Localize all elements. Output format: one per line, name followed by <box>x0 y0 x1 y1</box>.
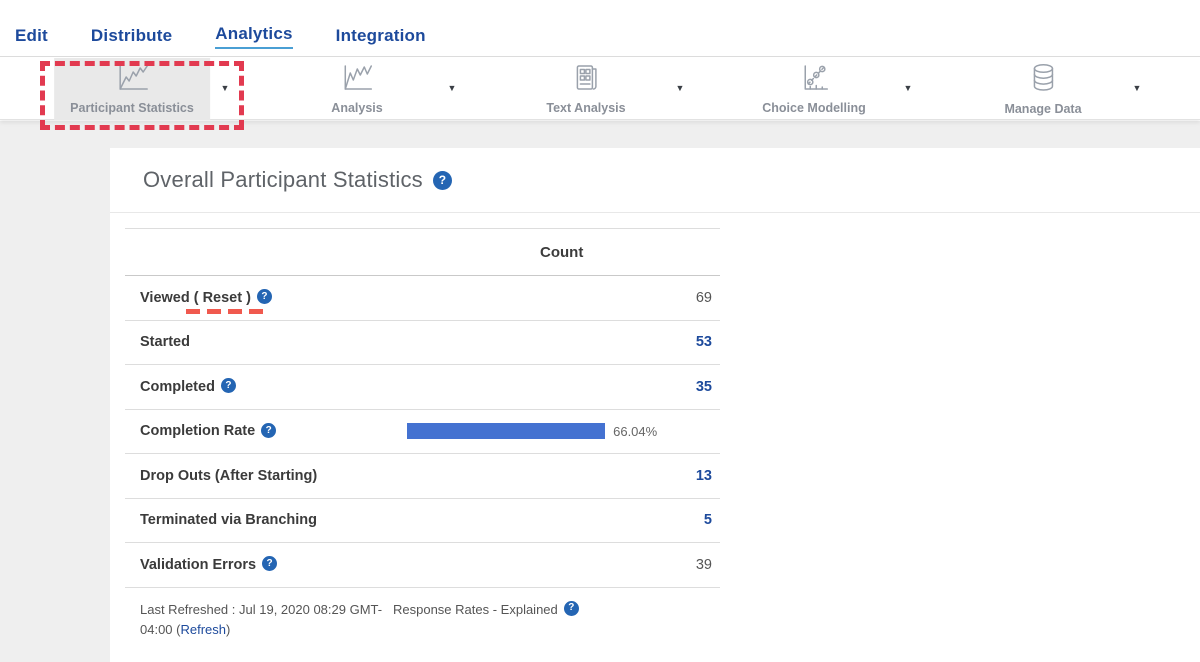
count-value: 35 <box>696 379 712 395</box>
top-nav: Edit Distribute Analytics Integration <box>0 0 1200 57</box>
count-column-header: Count <box>540 244 583 261</box>
last-refreshed-text: Last Refreshed : Jul 19, 2020 08:29 GMT-… <box>140 600 393 640</box>
reset-link[interactable]: Reset <box>203 290 243 306</box>
toolbar-item-label: Choice Modelling <box>762 101 865 115</box>
annotation-underline <box>186 309 270 314</box>
completion-rate-bar <box>407 423 605 439</box>
row-label: Viewed ( <box>140 290 199 306</box>
count-value: 69 <box>696 290 712 306</box>
table-row-completion-rate: Completion Rate ? 66.04% <box>125 410 720 455</box>
nav-item-distribute[interactable]: Distribute <box>91 26 172 49</box>
count-value: 13 <box>696 468 712 484</box>
nav-item-analytics[interactable]: Analytics <box>215 24 292 49</box>
help-icon[interactable]: ? <box>433 171 452 190</box>
row-label: Drop Outs (After Starting) <box>140 468 317 484</box>
toolbar-item-choice-modelling[interactable]: Choice Modelling <box>746 58 881 120</box>
count-value: 5 <box>704 512 712 528</box>
count-value: 39 <box>696 557 712 573</box>
toolbar-item-analysis[interactable]: Analysis <box>315 58 398 120</box>
help-icon[interactable]: ? <box>262 556 277 571</box>
nav-item-integration[interactable]: Integration <box>336 26 426 49</box>
table-footer: Last Refreshed : Jul 19, 2020 08:29 GMT-… <box>125 588 720 640</box>
panel-header: Overall Participant Statistics ? <box>110 148 1200 213</box>
row-label: Completed <box>140 379 215 395</box>
statistics-table: Count Viewed ( Reset ) ? 69 Started 53 C… <box>125 228 720 640</box>
nav-item-edit[interactable]: Edit <box>15 26 48 49</box>
toolbar-item-label: Manage Data <box>1004 102 1081 116</box>
help-icon[interactable]: ? <box>261 423 276 438</box>
row-label: Started <box>140 334 190 350</box>
page-background: Overall Participant Statistics ? Count V… <box>0 121 1200 662</box>
table-row-terminated: Terminated via Branching 5 <box>125 499 720 544</box>
table-row-drop-outs: Drop Outs (After Starting) 13 <box>125 454 720 499</box>
last-refreshed-label: Last Refreshed : Jul 19, 2020 08:29 GMT-… <box>140 602 382 637</box>
participant-statistics-panel: Overall Participant Statistics ? Count V… <box>110 148 1200 662</box>
toolbar-item-participant-statistics[interactable]: Participant Statistics <box>54 58 210 120</box>
toolbar-item-label: Participant Statistics <box>70 101 194 115</box>
newspaper-grid-icon <box>569 63 603 98</box>
line-chart-icon <box>112 63 152 98</box>
table-row-completed: Completed ? 35 <box>125 365 720 410</box>
line-chart-icon <box>337 63 377 98</box>
completion-rate-value: 66.04% <box>613 424 657 439</box>
caret-down-icon[interactable]: ▼ <box>676 83 685 93</box>
toolbar-item-label: Analysis <box>331 101 382 115</box>
table-row-viewed: Viewed ( Reset ) ? 69 <box>125 276 720 321</box>
caret-down-icon[interactable]: ▼ <box>1133 83 1142 93</box>
table-row-validation-errors: Validation Errors ? 39 <box>125 543 720 588</box>
row-label-suffix: ) <box>246 290 251 306</box>
toolbar-item-manage-data[interactable]: Manage Data <box>988 58 1097 120</box>
refresh-link[interactable]: Refresh <box>180 622 226 637</box>
scatter-chart-icon <box>796 63 832 98</box>
response-rates-label: Response Rates - Explained <box>393 600 558 620</box>
row-label: Validation Errors <box>140 557 256 573</box>
caret-down-icon[interactable]: ▼ <box>221 83 230 93</box>
toolbar-item-text-analysis[interactable]: Text Analysis <box>530 58 641 120</box>
table-header-row: Count <box>125 229 720 276</box>
row-label: Completion Rate <box>140 423 255 439</box>
count-value: 53 <box>696 334 712 350</box>
table-row-started: Started 53 <box>125 321 720 366</box>
help-icon[interactable]: ? <box>221 378 236 393</box>
toolbar-item-label: Text Analysis <box>546 101 625 115</box>
caret-down-icon[interactable]: ▼ <box>448 83 457 93</box>
help-icon[interactable]: ? <box>564 601 579 616</box>
database-icon <box>1027 62 1059 99</box>
last-refreshed-suffix: ) <box>226 622 230 637</box>
help-icon[interactable]: ? <box>257 289 272 304</box>
response-rates-explained: Response Rates - Explained ? <box>393 600 579 640</box>
analytics-toolbar: Participant Statistics ▼ Analysis ▼ Text… <box>0 57 1200 120</box>
row-label: Terminated via Branching <box>140 512 317 528</box>
completion-rate-bar-group: 66.04% <box>407 423 657 439</box>
caret-down-icon[interactable]: ▼ <box>904 83 913 93</box>
page-title: Overall Participant Statistics <box>143 167 423 193</box>
